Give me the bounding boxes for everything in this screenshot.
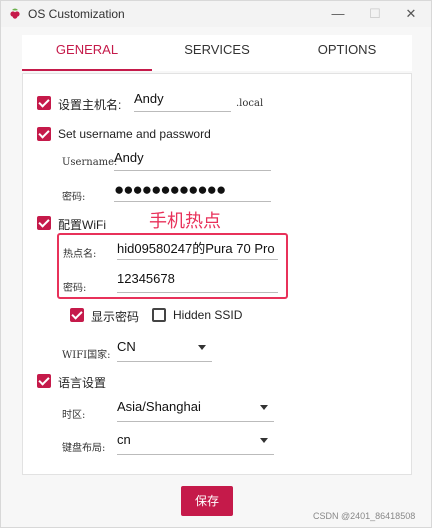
os-customization-window: OS Customization — ☐ ✕ GENERAL SERVICES … <box>0 0 432 528</box>
save-button[interactable]: 保存 <box>181 486 233 516</box>
hostname-value: Andy <box>134 91 164 106</box>
hostname-suffix: .local <box>236 98 264 109</box>
ssid-value: hid09580247的Pura 70 Pro <box>117 241 275 256</box>
keyboard-label: 键盘布局: <box>62 443 106 454</box>
wifi-country-label: WIFI国家: <box>62 350 111 361</box>
maximize-icon[interactable]: ☐ <box>360 3 390 25</box>
show-password-checkbox[interactable] <box>70 308 84 322</box>
user-checkbox[interactable] <box>37 127 51 141</box>
username-input[interactable]: Andy <box>114 150 271 171</box>
username-value: Andy <box>114 150 144 165</box>
title-bar: OS Customization — ☐ ✕ <box>1 1 431 27</box>
hostname-label: 设置主机名: <box>58 98 122 112</box>
keyboard-value: cn <box>117 432 131 447</box>
timezone-select[interactable]: Asia/Shanghai <box>117 399 274 422</box>
password-value: ●●●●●●●●●●●● <box>114 180 226 199</box>
wifi-password-label: 密码: <box>63 283 87 294</box>
wifi-label: 配置WiFi <box>58 218 106 232</box>
hidden-ssid-checkbox[interactable] <box>152 308 166 322</box>
active-tab-indicator <box>22 69 152 71</box>
tab-bar: GENERAL SERVICES OPTIONS <box>22 35 412 71</box>
hidden-ssid-label: Hidden SSID <box>173 308 243 322</box>
password-input[interactable]: ●●●●●●●●●●●● <box>114 181 271 202</box>
raspberry-icon <box>10 8 20 19</box>
password-label: 密码: <box>62 192 86 203</box>
wifi-country-value: CN <box>117 339 136 354</box>
user-label: Set username and password <box>58 127 211 141</box>
ssid-label: 热点名: <box>63 249 97 260</box>
locale-checkbox[interactable] <box>37 374 51 388</box>
timezone-label: 时区: <box>62 410 86 421</box>
chevron-down-icon <box>260 438 268 443</box>
close-icon[interactable]: ✕ <box>396 3 426 25</box>
timezone-value: Asia/Shanghai <box>117 399 201 414</box>
tab-services[interactable]: SERVICES <box>152 35 282 71</box>
tab-options[interactable]: OPTIONS <box>282 35 412 71</box>
chevron-down-icon <box>260 405 268 410</box>
watermark: CSDN @2401_86418508 <box>313 511 416 521</box>
locale-label: 语言设置 <box>58 376 107 390</box>
ssid-input[interactable]: hid09580247的Pura 70 Pro <box>117 238 278 260</box>
wifi-password-input[interactable]: 12345678 <box>117 271 278 293</box>
tab-general[interactable]: GENERAL <box>22 35 152 71</box>
chevron-down-icon <box>198 345 206 350</box>
window-title: OS Customization <box>28 7 125 21</box>
hotspot-annotation: 手机热点 <box>149 211 221 231</box>
show-password-label: 显示密码 <box>91 310 140 324</box>
wifi-password-value: 12345678 <box>117 271 175 286</box>
keyboard-select[interactable]: cn <box>117 432 274 455</box>
hostname-input[interactable]: Andy <box>134 91 231 112</box>
username-label: Username: <box>62 157 118 168</box>
wifi-country-select[interactable]: CN <box>117 339 212 362</box>
wifi-checkbox[interactable] <box>37 216 51 230</box>
hostname-checkbox[interactable] <box>37 96 51 110</box>
minimize-icon[interactable]: — <box>323 3 353 25</box>
